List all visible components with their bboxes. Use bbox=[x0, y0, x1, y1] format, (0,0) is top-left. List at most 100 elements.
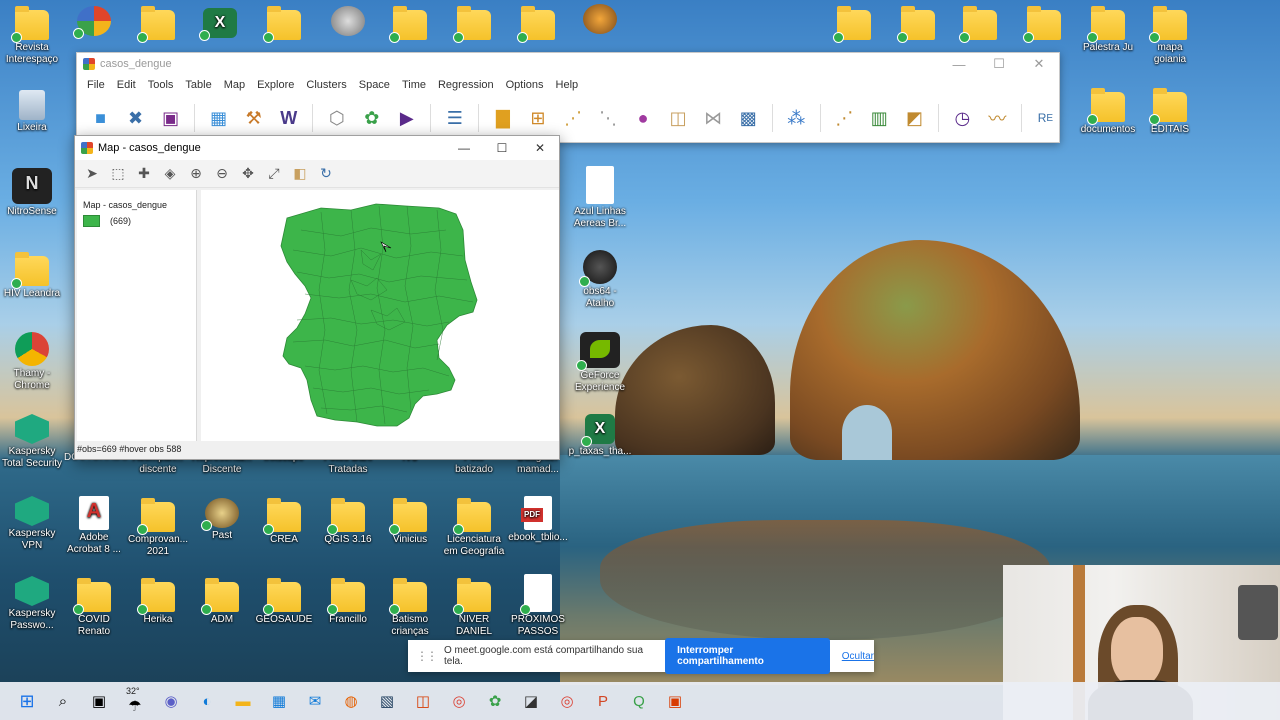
basemap-icon[interactable]: ◧ bbox=[289, 163, 311, 185]
qgis-icon[interactable]: Q bbox=[626, 688, 652, 714]
menu-tools[interactable]: Tools bbox=[142, 79, 180, 91]
menu-help[interactable]: Help bbox=[550, 79, 585, 91]
weather-widget[interactable]: 32° ☂ bbox=[122, 686, 148, 715]
desktop-icon-batismo[interactable]: Batismo crianças bbox=[378, 578, 442, 638]
desktop-icon-kaspersky-vpn[interactable]: Kaspersky VPN bbox=[0, 496, 64, 552]
mail-icon[interactable]: ✉ bbox=[302, 688, 328, 714]
menu-explore[interactable]: Explore bbox=[251, 79, 300, 91]
minimize-button[interactable]: — bbox=[445, 136, 483, 160]
desktop-icon-adm[interactable]: ADM bbox=[190, 578, 254, 626]
desktop-icon-azul[interactable]: Azul Linhas Aereas Br... bbox=[568, 166, 632, 230]
desktop-icon-earth-pro[interactable] bbox=[316, 6, 380, 38]
desktop-icon-folder-3[interactable] bbox=[126, 6, 190, 43]
parallel-coordinate-icon[interactable]: ⋈ bbox=[700, 104, 727, 132]
minimize-button[interactable]: — bbox=[939, 53, 979, 75]
time-editor-icon[interactable]: ◷ bbox=[949, 104, 976, 132]
legend-swatch[interactable] bbox=[83, 215, 100, 227]
moran-scatter-icon[interactable]: ⋰ bbox=[831, 104, 858, 132]
refresh-icon[interactable]: ↻ bbox=[315, 163, 337, 185]
close-project-icon[interactable]: ✖ bbox=[122, 104, 149, 132]
desktop-icon-folder-8[interactable] bbox=[442, 6, 506, 43]
task-view-icon[interactable]: ▣ bbox=[86, 688, 112, 714]
desktop-icon-geforce[interactable]: GeForce Experience bbox=[568, 332, 632, 394]
menu-space[interactable]: Space bbox=[353, 79, 396, 91]
desktop-icon-p-taxas[interactable]: X p_taxas_tha... bbox=[568, 414, 632, 458]
menu-options[interactable]: Options bbox=[500, 79, 550, 91]
3d-plot-icon[interactable]: ◫ bbox=[665, 104, 692, 132]
pan-icon[interactable]: ✥ bbox=[237, 163, 259, 185]
stop-sharing-button[interactable]: Interromper compartilhamento bbox=[665, 638, 830, 674]
desktop-icon-revista[interactable]: Revista Interespaço bbox=[0, 6, 64, 66]
table-icon[interactable]: ▦ bbox=[205, 104, 232, 132]
histogram-icon[interactable]: ▇ bbox=[489, 104, 516, 132]
select-arrow-icon[interactable]: ➤ bbox=[81, 163, 103, 185]
desktop-icon-hiv-leandra[interactable]: HIV Leandra bbox=[0, 252, 64, 300]
geoda-main-window[interactable]: casos_dengue — ☐ ✕ File Edit Tools Table… bbox=[76, 52, 1060, 143]
map-polygon-goiania[interactable] bbox=[280, 203, 478, 427]
menu-clusters[interactable]: Clusters bbox=[300, 79, 352, 91]
desktop-icon-excel[interactable]: X bbox=[188, 8, 252, 41]
desktop-icon-ebook[interactable]: PDF ebook_tblio... bbox=[506, 496, 570, 544]
desktop-icon-niver-daniel[interactable]: NIVER DANIEL bbox=[442, 578, 506, 638]
desktop-icon-folder-r2[interactable] bbox=[886, 6, 950, 43]
desktop-icon-lixeira[interactable]: Lixeira bbox=[0, 90, 64, 134]
file-explorer-icon[interactable]: ▬ bbox=[230, 688, 256, 714]
map-canvas[interactable] bbox=[201, 190, 559, 442]
close-button[interactable]: ✕ bbox=[1019, 53, 1059, 75]
desktop-icon-geosaude[interactable]: GEOSAUDE bbox=[252, 578, 316, 626]
maximize-button[interactable]: ☐ bbox=[979, 53, 1019, 75]
weights-manager-icon[interactable]: W bbox=[275, 104, 302, 132]
desktop-icon-folder-7[interactable] bbox=[378, 6, 442, 43]
legend-row[interactable]: (669) bbox=[83, 215, 190, 227]
cartogram-icon[interactable]: ✿ bbox=[358, 104, 385, 132]
teams-chat-icon[interactable]: ◉ bbox=[158, 688, 184, 714]
desktop-icon-proximos-passos[interactable]: PROXIMOS PASSOS bbox=[506, 574, 570, 638]
map-window[interactable]: Map - casos_dengue — ☐ ✕ ➤ ⬚ ✚ ◈ ⊕ ⊖ ✥ ⤢… bbox=[74, 135, 560, 460]
desktop-icon-vinicius[interactable]: Vinicius bbox=[378, 498, 442, 546]
desktop-icon-documentos[interactable]: documentos bbox=[1076, 88, 1140, 136]
desktop-icon-editais[interactable]: EDITAIS bbox=[1138, 88, 1202, 136]
desktop-icon-thamy-chrome[interactable]: Thamy - Chrome bbox=[0, 332, 64, 392]
scatter-plot-icon[interactable]: ⋰ bbox=[559, 104, 586, 132]
menu-time[interactable]: Time bbox=[396, 79, 432, 91]
desktop-icon-app-10[interactable] bbox=[568, 4, 632, 36]
desktop-icon-licenciatura[interactable]: Licenciatura em Geografia bbox=[442, 498, 506, 558]
select-mode-icon[interactable]: ⬚ bbox=[107, 163, 129, 185]
menu-edit[interactable]: Edit bbox=[111, 79, 142, 91]
regression-icon[interactable]: RE bbox=[1032, 104, 1059, 132]
menu-regression[interactable]: Regression bbox=[432, 79, 500, 91]
sticky-notes-icon[interactable]: ◪ bbox=[518, 688, 544, 714]
desktop-icon-folder-r3[interactable] bbox=[948, 6, 1012, 43]
windows-start-icon[interactable]: ⊞ bbox=[14, 688, 40, 714]
save-icon[interactable]: ▣ bbox=[157, 104, 184, 132]
menu-table[interactable]: Table bbox=[179, 79, 217, 91]
map-icon[interactable]: ⬡ bbox=[323, 104, 350, 132]
meet-icon[interactable]: ▣ bbox=[662, 688, 688, 714]
add-layer-plus-icon[interactable]: ✚ bbox=[133, 163, 155, 185]
chrome-taskbar-icon[interactable]: ◎ bbox=[446, 688, 472, 714]
desktop-icon-mapa-goiania[interactable]: mapa goiania bbox=[1138, 6, 1202, 66]
desktop-icon-folder-r1[interactable] bbox=[822, 6, 886, 43]
lisa-icon[interactable]: ▥ bbox=[866, 104, 893, 132]
powerpoint-icon[interactable]: P bbox=[590, 688, 616, 714]
hide-link[interactable]: Ocultar bbox=[842, 651, 874, 662]
animation-play-icon[interactable]: ▶ bbox=[393, 104, 420, 132]
main-titlebar[interactable]: casos_dengue bbox=[77, 53, 1059, 75]
store-icon[interactable]: ▦ bbox=[266, 688, 292, 714]
desktop-icon-geoda[interactable] bbox=[62, 6, 126, 39]
desktop-icon-qgis[interactable]: QGIS 3.16 bbox=[316, 498, 380, 546]
desktop-icon-herika[interactable]: Herika bbox=[126, 578, 190, 626]
cluster-maps-icon[interactable]: ⁂ bbox=[783, 104, 810, 132]
firefox-icon[interactable]: ◍ bbox=[338, 688, 364, 714]
bubble-chart-icon[interactable]: ● bbox=[630, 104, 657, 132]
desktop-icon-obs64[interactable]: obs64 - Atalho bbox=[568, 250, 632, 310]
desktop-icon-francillo[interactable]: Francillo bbox=[316, 578, 380, 626]
maximize-button[interactable]: ☐ bbox=[483, 136, 521, 160]
layers-icon[interactable]: ◈ bbox=[159, 163, 181, 185]
conditional-plot-icon[interactable]: ▩ bbox=[735, 104, 762, 132]
desktop-icon-past[interactable]: Past bbox=[190, 498, 254, 542]
menu-map[interactable]: Map bbox=[218, 79, 251, 91]
edge-icon[interactable]: ◐ bbox=[194, 688, 220, 714]
desktop-icon-comprovantes[interactable]: Comprovan... 2021 bbox=[126, 498, 190, 558]
tools-hammer-icon[interactable]: ⚒ bbox=[240, 104, 267, 132]
